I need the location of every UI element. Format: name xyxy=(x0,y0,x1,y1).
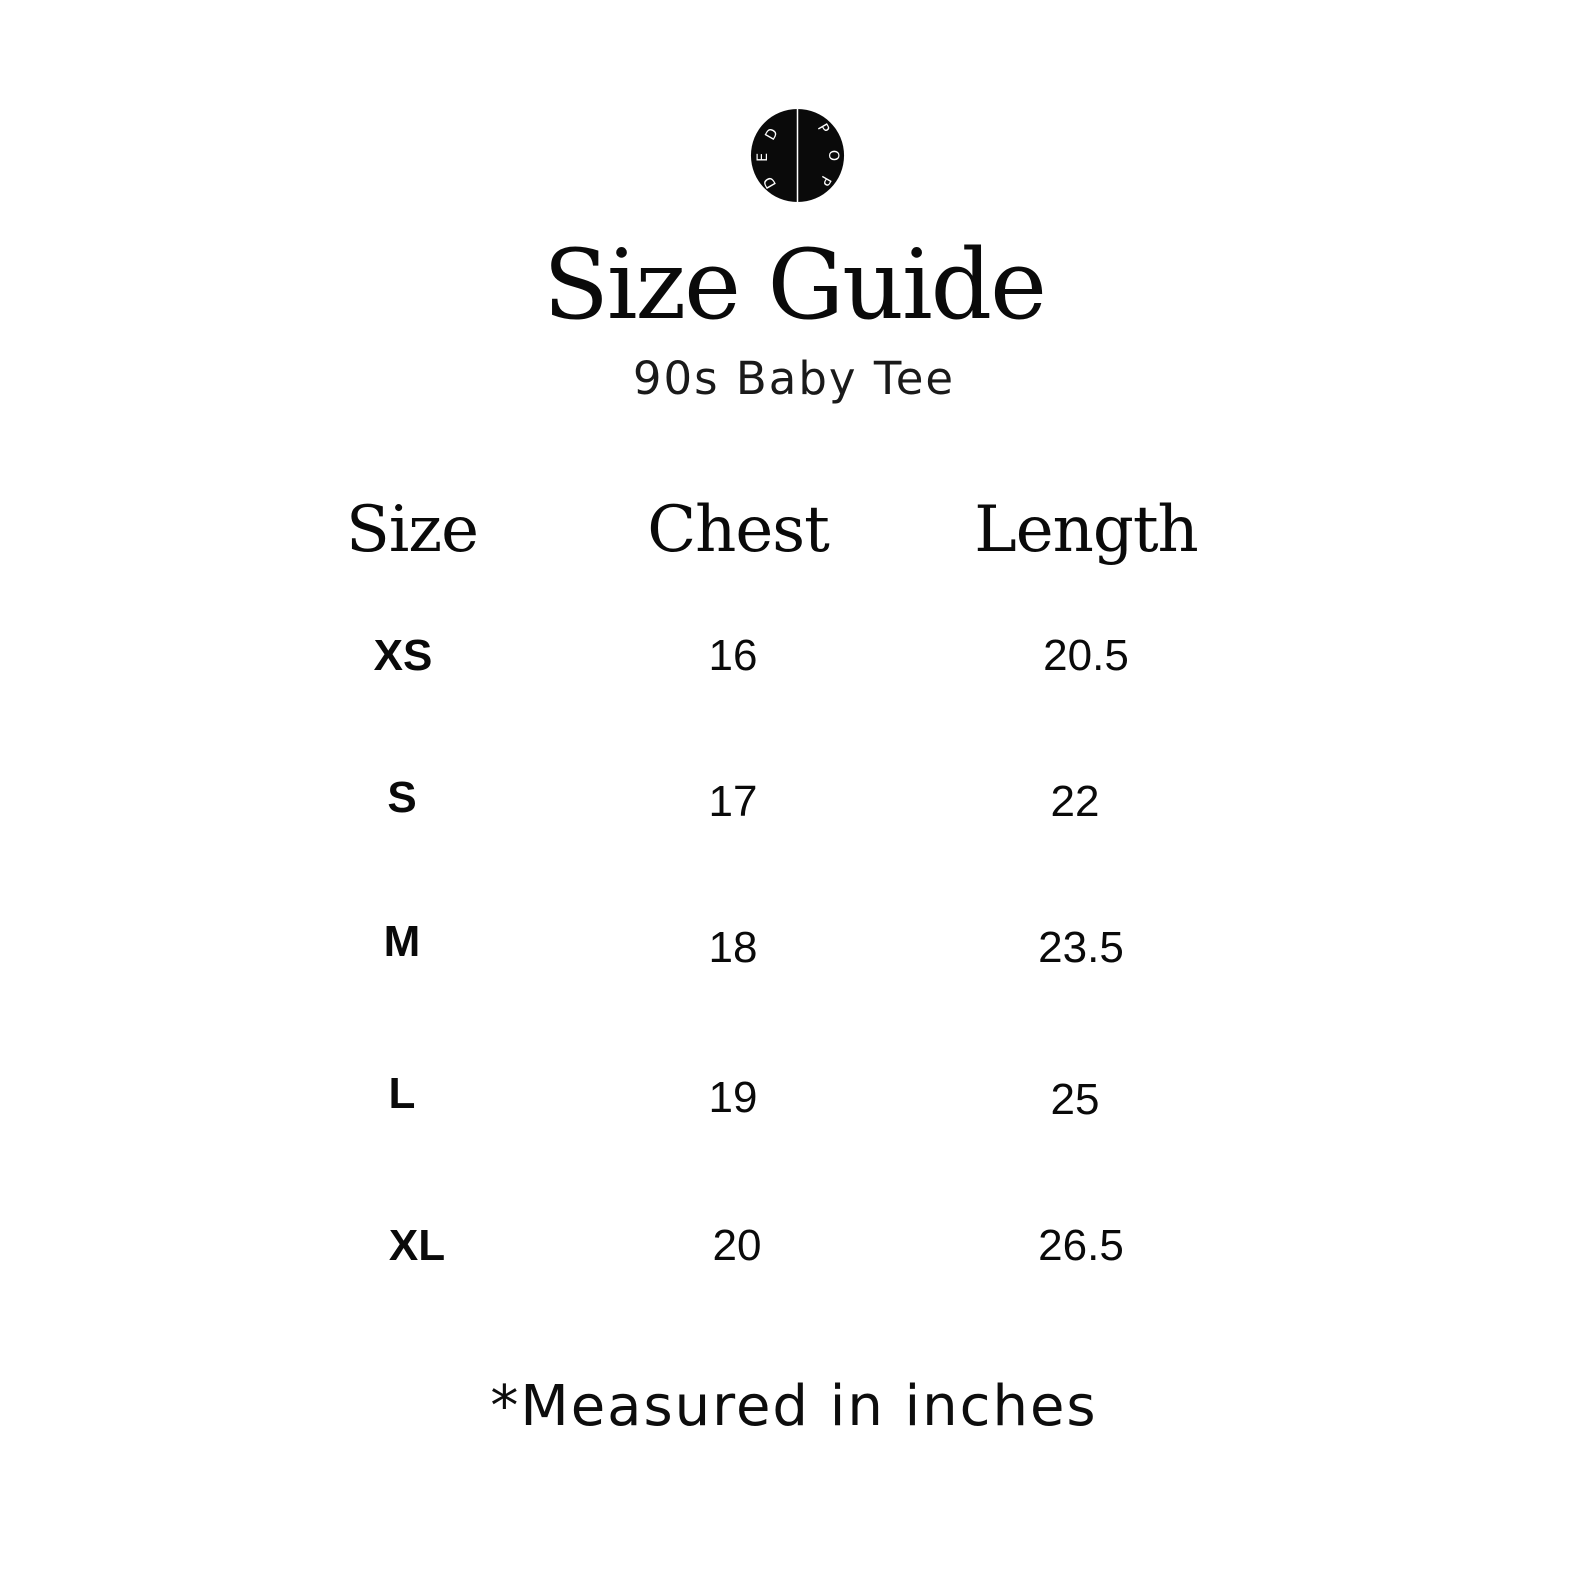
size-cell: XS xyxy=(373,631,433,680)
column-header-length: Length xyxy=(974,493,1199,567)
chest-cell: 16 xyxy=(708,631,758,680)
column-header-size: Size xyxy=(346,493,479,567)
size-cell: M xyxy=(383,917,421,966)
length-cell: 22 xyxy=(1050,777,1100,826)
column-header-chest: Chest xyxy=(647,493,830,567)
chest-cell: 18 xyxy=(708,923,758,972)
chest-cell: 20 xyxy=(712,1221,762,1270)
size-cell: S xyxy=(387,773,417,822)
chest-cell: 17 xyxy=(708,777,758,826)
length-cell: 26.5 xyxy=(1038,1221,1124,1270)
logo-letter: O xyxy=(825,150,841,161)
brand-logo: D E D P O P xyxy=(750,108,845,203)
length-cell: 23.5 xyxy=(1038,923,1124,972)
length-cell: 25 xyxy=(1050,1075,1100,1124)
chest-cell: 19 xyxy=(708,1073,758,1122)
measurement-note: *Measured in inches xyxy=(490,1374,1098,1439)
length-cell: 20.5 xyxy=(1043,631,1129,680)
logo-seal-icon: D E D P O P xyxy=(750,108,845,203)
size-cell: L xyxy=(388,1069,416,1118)
size-cell: XL xyxy=(388,1221,446,1270)
logo-letter: E xyxy=(755,153,771,162)
page-title: Size Guide xyxy=(543,229,1047,341)
product-subtitle: 90s Baby Tee xyxy=(632,352,956,405)
